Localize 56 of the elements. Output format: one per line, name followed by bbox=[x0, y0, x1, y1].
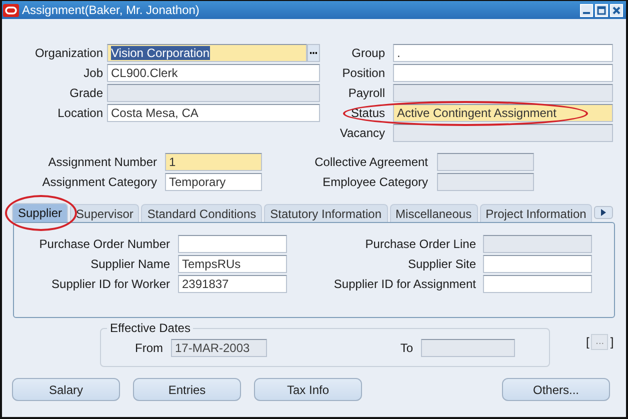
action-button[interactable]: Salary bbox=[12, 378, 120, 401]
text-field[interactable]: CL900.Clerk bbox=[107, 64, 320, 82]
field-label: Organization bbox=[34, 46, 103, 60]
triangle-right-icon bbox=[601, 209, 606, 216]
scroll-tabs-button[interactable] bbox=[594, 206, 613, 219]
tab[interactable]: Miscellaneous bbox=[390, 204, 478, 222]
action-button[interactable]: Entries bbox=[133, 378, 241, 401]
group-title: Effective Dates bbox=[109, 321, 192, 335]
text-field[interactable] bbox=[483, 275, 592, 293]
disabled-field: 17-MAR-2003 bbox=[171, 339, 267, 357]
field-label: To bbox=[399, 341, 413, 355]
field-label: Status bbox=[350, 106, 385, 120]
field-label: Supplier Site bbox=[408, 257, 476, 271]
field-label: Purchase Order Number bbox=[39, 237, 170, 251]
action-button[interactable]: Tax Info bbox=[254, 378, 362, 401]
field-label: Job bbox=[84, 66, 103, 80]
tab[interactable]: Supervisor bbox=[70, 204, 140, 222]
field-label: Supplier ID for Assignment bbox=[334, 277, 476, 291]
field-label: Vacancy bbox=[340, 126, 385, 140]
text-field[interactable] bbox=[483, 255, 592, 273]
field-label: Supplier Name bbox=[90, 257, 170, 271]
maximize-icon[interactable] bbox=[595, 4, 608, 16]
tab[interactable]: Statutory Information bbox=[264, 204, 388, 222]
text-field[interactable]: Active Contingent Assignment bbox=[393, 104, 613, 122]
text-field[interactable]: Costa Mesa, CA bbox=[107, 104, 320, 122]
close-icon[interactable] bbox=[610, 4, 623, 16]
text-field[interactable]: TempsRUs bbox=[178, 255, 287, 273]
text-field[interactable] bbox=[393, 64, 613, 82]
field-label: Supplier ID for Worker bbox=[52, 277, 170, 291]
field-label: Employee Category bbox=[322, 175, 428, 189]
tab[interactable]: Supplier bbox=[12, 203, 68, 222]
field-label: Payroll bbox=[348, 86, 385, 100]
bracket: ] bbox=[610, 335, 614, 349]
tab[interactable]: Project Information bbox=[480, 204, 592, 222]
list-of-values-button[interactable] bbox=[307, 44, 320, 62]
text-field[interactable]: 1 bbox=[165, 153, 262, 171]
field-label: Group bbox=[352, 46, 385, 60]
window-title: Assignment(Baker, Mr. Jonathon) bbox=[22, 3, 200, 17]
field-label: Location bbox=[58, 106, 103, 120]
field-label: Assignment Category bbox=[42, 175, 157, 189]
tab[interactable]: Standard Conditions bbox=[141, 204, 262, 222]
field-label: From bbox=[134, 341, 163, 355]
text-field[interactable]: Vision Corporation bbox=[107, 44, 307, 62]
field-label: Grade bbox=[70, 86, 103, 100]
text-field[interactable]: Temporary bbox=[165, 173, 262, 191]
minimize-icon[interactable] bbox=[580, 4, 593, 16]
field-label: Position bbox=[342, 66, 385, 80]
text-field[interactable] bbox=[178, 235, 287, 253]
field-label: Purchase Order Line bbox=[365, 237, 476, 251]
action-button[interactable]: Others... bbox=[502, 378, 610, 401]
text-field[interactable]: 2391837 bbox=[178, 275, 287, 293]
app-logo-icon bbox=[3, 4, 19, 16]
bracket: [ bbox=[586, 335, 590, 349]
field-label: Collective Agreement bbox=[314, 155, 428, 169]
text-field[interactable]: . bbox=[393, 44, 613, 62]
field-label: Assignment Number bbox=[48, 155, 157, 169]
